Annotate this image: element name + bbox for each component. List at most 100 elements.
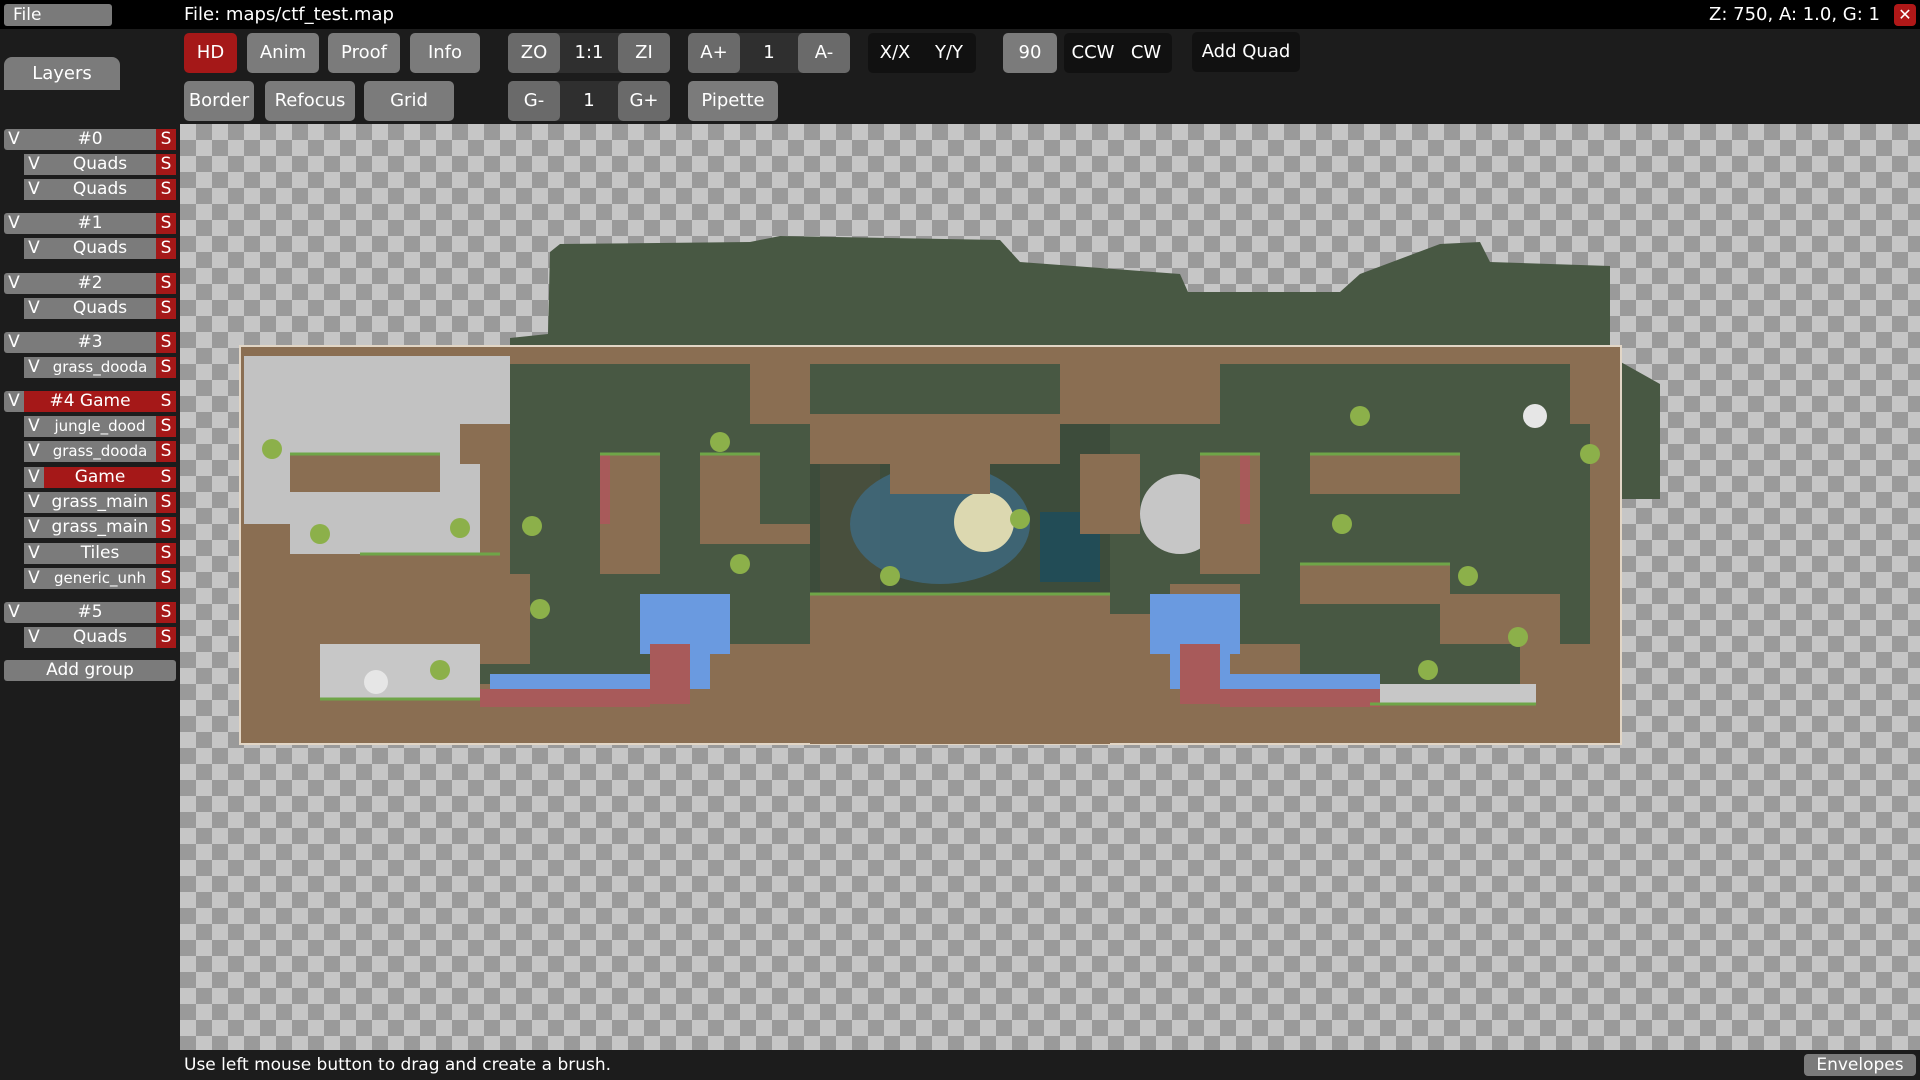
group-solo-toggle[interactable]: S: [156, 273, 176, 294]
layer-solo-toggle[interactable]: S: [156, 441, 176, 462]
add-quad-button[interactable]: Add Quad: [1192, 32, 1300, 72]
layer-visibility-toggle[interactable]: V: [24, 492, 44, 513]
group-solo-toggle[interactable]: S: [156, 213, 176, 234]
grid-increase-button[interactable]: G+: [618, 81, 670, 121]
layer-item[interactable]: V Quads S: [24, 627, 176, 648]
file-menu[interactable]: File: [4, 4, 112, 26]
anim-button[interactable]: Anim: [247, 33, 319, 73]
layer-solo-toggle[interactable]: S: [156, 517, 176, 538]
layer-item-selected[interactable]: V Game S: [24, 467, 176, 488]
group-visibility-toggle[interactable]: V: [4, 602, 24, 623]
layer-item[interactable]: V grass_main S: [24, 492, 176, 513]
group-label[interactable]: #0: [24, 129, 156, 150]
hd-button[interactable]: HD: [184, 33, 237, 73]
group-solo-toggle[interactable]: S: [156, 602, 176, 623]
group-visibility-toggle[interactable]: V: [4, 129, 24, 150]
layer-solo-toggle[interactable]: S: [156, 298, 176, 319]
refocus-button[interactable]: Refocus: [265, 81, 355, 121]
layer-visibility-toggle[interactable]: V: [24, 357, 44, 378]
border-button[interactable]: Border: [184, 81, 254, 121]
pipette-button[interactable]: Pipette: [688, 81, 778, 121]
group-label[interactable]: #3: [24, 332, 156, 353]
layer-label[interactable]: grass_dooda: [44, 357, 156, 378]
group-label[interactable]: #2: [24, 273, 156, 294]
layer-solo-toggle[interactable]: S: [156, 179, 176, 200]
flip-y-button[interactable]: Y/Y: [926, 33, 972, 73]
layer-group-0[interactable]: V #0 S: [4, 129, 176, 150]
layer-visibility-toggle[interactable]: V: [24, 517, 44, 538]
flip-x-button[interactable]: X/X: [872, 33, 918, 73]
group-solo-toggle[interactable]: S: [156, 129, 176, 150]
add-group-button[interactable]: Add group: [4, 660, 176, 681]
layer-solo-toggle[interactable]: S: [156, 627, 176, 648]
layer-visibility-toggle[interactable]: V: [24, 441, 44, 462]
layer-label[interactable]: grass_main: [44, 517, 156, 538]
layer-visibility-toggle[interactable]: V: [24, 543, 44, 564]
zoom-reset-button[interactable]: 1:1: [564, 33, 614, 73]
close-icon[interactable]: ✕: [1894, 4, 1916, 26]
rotate-cw-button[interactable]: CW: [1122, 33, 1170, 73]
layer-item[interactable]: V grass_dooda S: [24, 441, 176, 462]
group-label[interactable]: #5: [24, 602, 156, 623]
layer-visibility-toggle[interactable]: V: [24, 238, 44, 259]
layer-visibility-toggle[interactable]: V: [24, 627, 44, 648]
layer-item[interactable]: V Quads S: [24, 179, 176, 200]
rotate-ccw-button[interactable]: CCW: [1066, 33, 1120, 73]
zoom-out-button[interactable]: ZO: [508, 33, 560, 73]
layer-item[interactable]: V grass_main S: [24, 517, 176, 538]
layer-solo-toggle[interactable]: S: [156, 467, 176, 488]
layer-item[interactable]: V Tiles S: [24, 543, 176, 564]
layer-visibility-toggle[interactable]: V: [24, 179, 44, 200]
group-label[interactable]: #1: [24, 213, 156, 234]
rotation-angle-field[interactable]: 90: [1003, 33, 1057, 73]
grid-button[interactable]: Grid: [364, 81, 454, 121]
layer-solo-toggle[interactable]: S: [156, 543, 176, 564]
layer-group-2[interactable]: V #2 S: [4, 273, 176, 294]
layer-label[interactable]: generic_unh: [44, 568, 156, 589]
group-visibility-toggle[interactable]: V: [4, 391, 24, 412]
layer-visibility-toggle[interactable]: V: [24, 467, 44, 488]
anim-speed-down-button[interactable]: A-: [798, 33, 850, 73]
group-solo-toggle[interactable]: S: [156, 332, 176, 353]
layer-solo-toggle[interactable]: S: [156, 492, 176, 513]
group-visibility-toggle[interactable]: V: [4, 213, 24, 234]
layer-group-3[interactable]: V #3 S: [4, 332, 176, 353]
layer-label[interactable]: Quads: [44, 238, 156, 259]
layer-visibility-toggle[interactable]: V: [24, 154, 44, 175]
zoom-in-button[interactable]: ZI: [618, 33, 670, 73]
layer-solo-toggle[interactable]: S: [156, 568, 176, 589]
layer-label[interactable]: Game: [44, 467, 156, 488]
layer-label[interactable]: jungle_dood: [44, 416, 156, 437]
envelopes-button[interactable]: Envelopes: [1804, 1054, 1916, 1076]
layer-solo-toggle[interactable]: S: [156, 416, 176, 437]
layer-visibility-toggle[interactable]: V: [24, 298, 44, 319]
layer-solo-toggle[interactable]: S: [156, 238, 176, 259]
layer-solo-toggle[interactable]: S: [156, 154, 176, 175]
map-canvas[interactable]: [180, 124, 1920, 1050]
grid-decrease-button[interactable]: G-: [508, 81, 560, 121]
layer-label[interactable]: Quads: [44, 179, 156, 200]
layer-group-1[interactable]: V #1 S: [4, 213, 176, 234]
layer-item[interactable]: V jungle_dood S: [24, 416, 176, 437]
info-button[interactable]: Info: [410, 33, 480, 73]
layer-label[interactable]: Quads: [44, 298, 156, 319]
layer-group-5[interactable]: V #5 S: [4, 602, 176, 623]
proof-button[interactable]: Proof: [328, 33, 400, 73]
group-visibility-toggle[interactable]: V: [4, 273, 24, 294]
layer-label[interactable]: Quads: [44, 627, 156, 648]
layer-solo-toggle[interactable]: S: [156, 357, 176, 378]
layer-label[interactable]: Quads: [44, 154, 156, 175]
layer-visibility-toggle[interactable]: V: [24, 416, 44, 437]
layer-item[interactable]: V Quads S: [24, 298, 176, 319]
anim-speed-up-button[interactable]: A+: [688, 33, 740, 73]
layer-visibility-toggle[interactable]: V: [24, 568, 44, 589]
layer-item[interactable]: V Quads S: [24, 238, 176, 259]
group-solo-toggle[interactable]: S: [156, 391, 176, 412]
group-visibility-toggle[interactable]: V: [4, 332, 24, 353]
layer-group-4[interactable]: V #4 Game S: [4, 391, 176, 412]
layers-tab[interactable]: Layers: [4, 57, 120, 90]
layer-label[interactable]: grass_dooda: [44, 441, 156, 462]
group-label[interactable]: #4 Game: [24, 391, 156, 412]
layer-label[interactable]: Tiles: [44, 543, 156, 564]
layer-item[interactable]: V generic_unh S: [24, 568, 176, 589]
